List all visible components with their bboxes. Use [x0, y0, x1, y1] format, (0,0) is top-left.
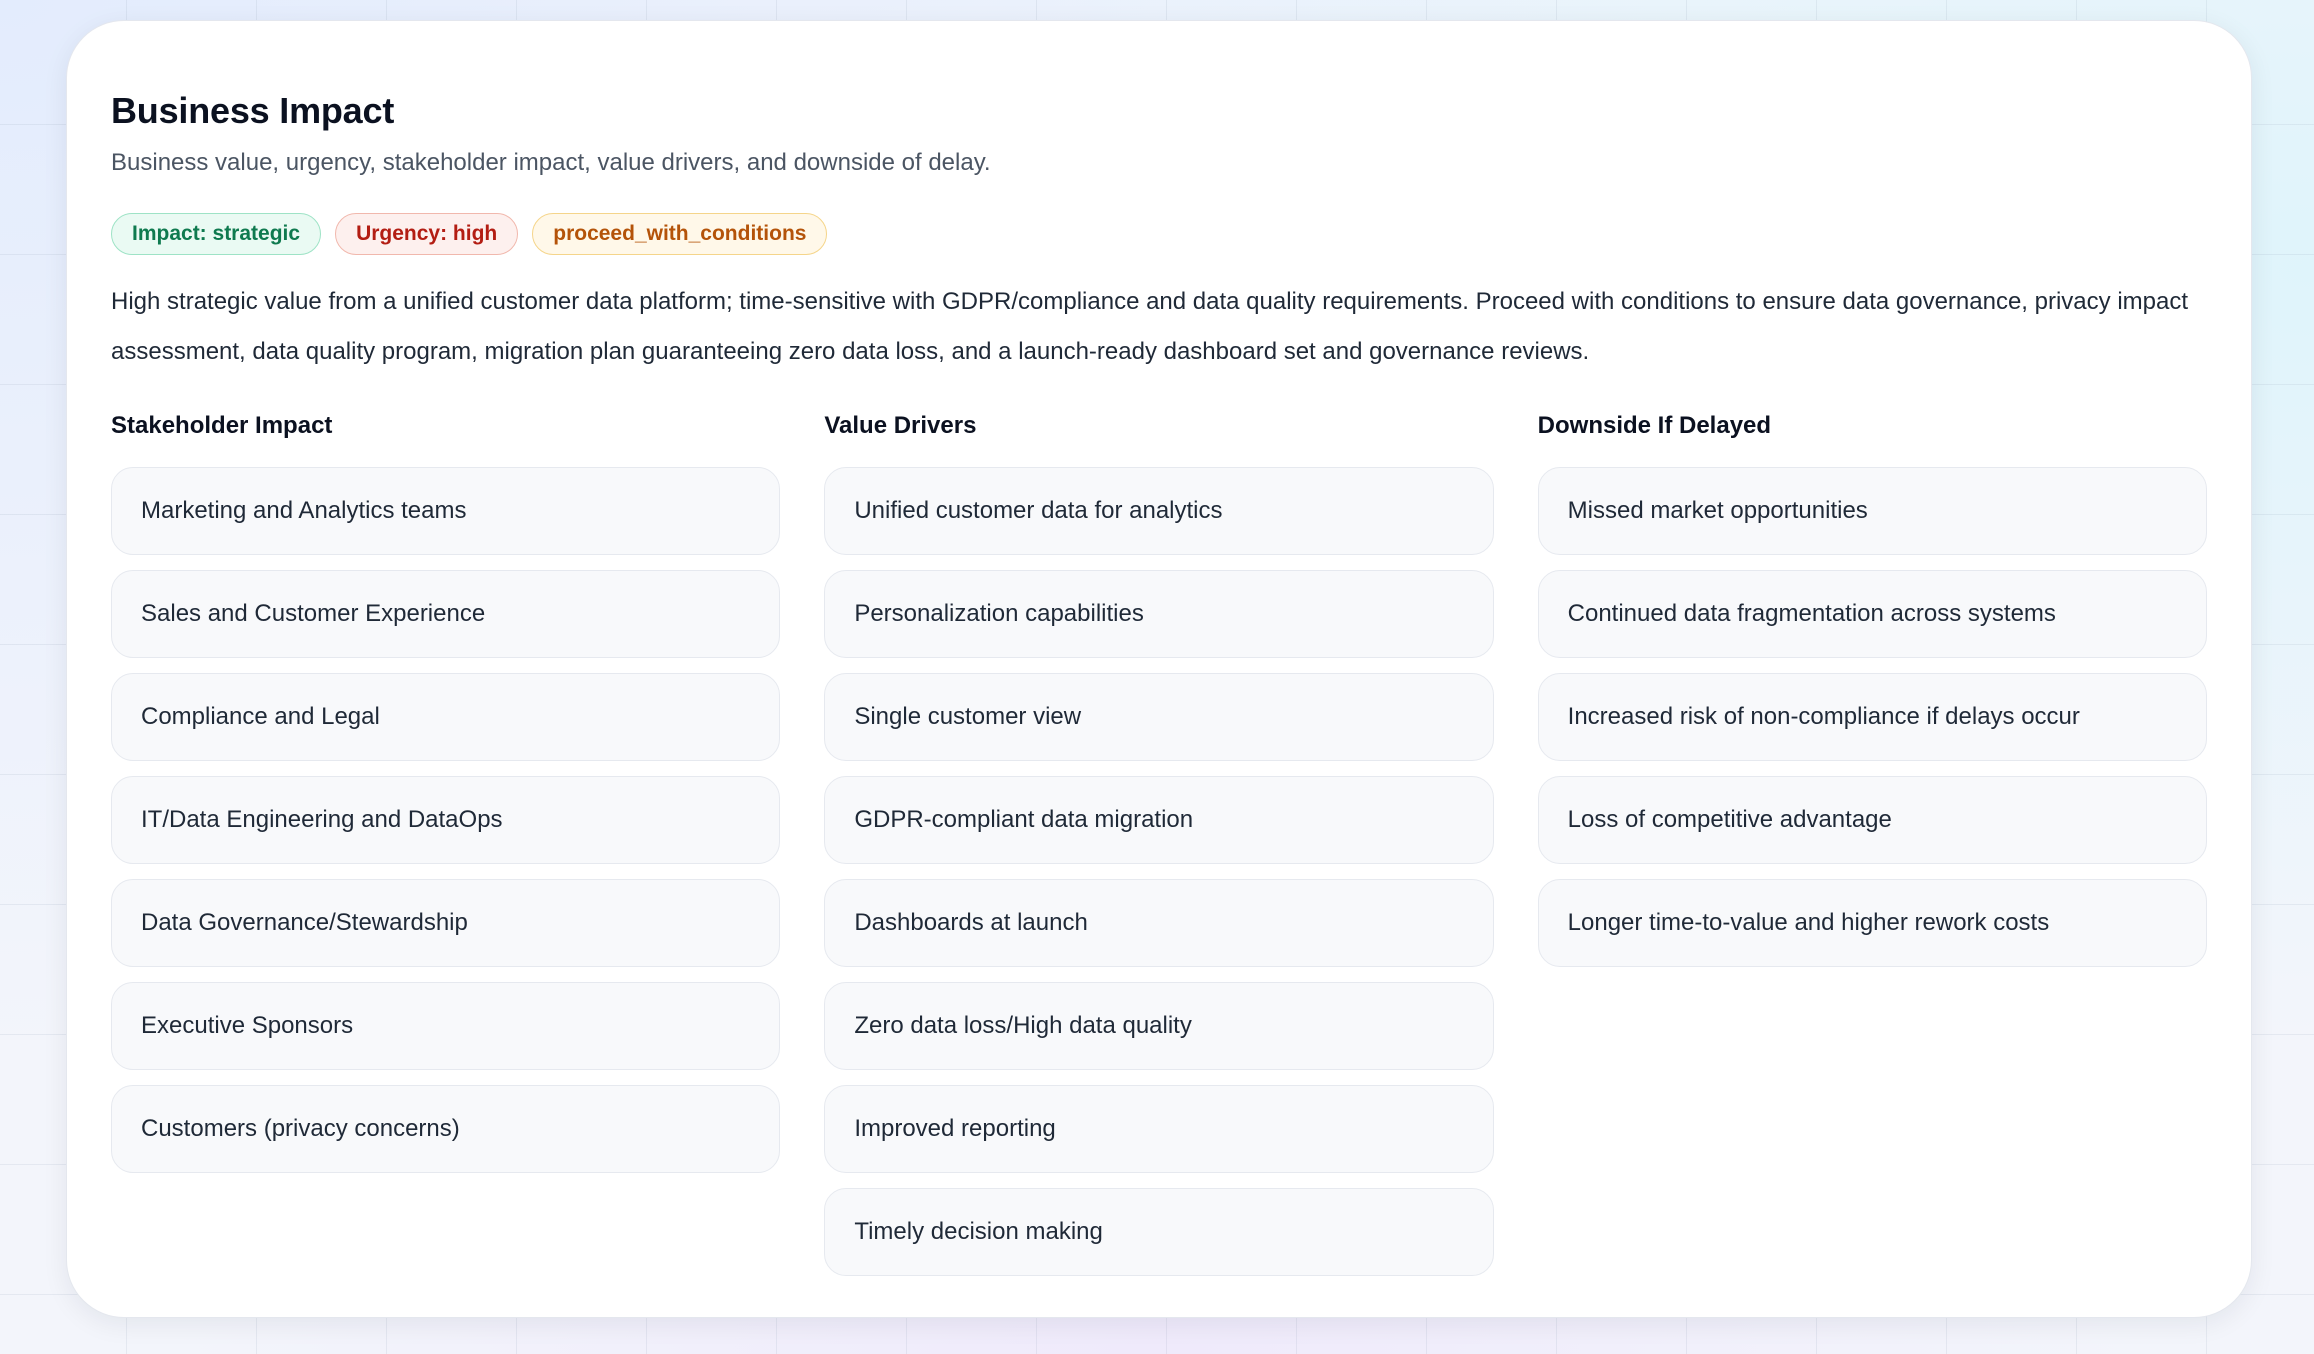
list-item: Increased risk of non-compliance if dela…	[1537, 673, 2207, 761]
page-title: Business Impact	[111, 90, 395, 131]
impact-summary: High strategic value from a unified cust…	[111, 288, 2189, 365]
list-item: Dashboards at launch	[824, 879, 1494, 967]
list-item: Missed market opportunities	[1537, 467, 2207, 555]
list-item: Marketing and Analytics teams	[111, 467, 781, 555]
list-item: Improved reporting	[824, 1085, 1494, 1173]
list-item: Data Governance/Stewardship	[111, 879, 781, 967]
list-item: Zero data loss/High data quality	[824, 982, 1494, 1070]
page-subtitle: Business value, urgency, stakeholder imp…	[111, 149, 991, 176]
list-item: Longer time-to-value and higher rework c…	[1537, 879, 2207, 967]
list-item: Executive Sponsors	[111, 982, 781, 1070]
downside-list: Missed market opportunities Continued da…	[1537, 467, 2207, 967]
impact-columns: Stakeholder Impact Marketing and Analyti…	[111, 411, 2207, 1276]
list-item: Customers (privacy concerns)	[111, 1085, 781, 1173]
list-item: GDPR-compliant data migration	[824, 776, 1494, 864]
downside-if-delayed-column: Downside If Delayed Missed market opport…	[1537, 411, 2207, 1276]
stakeholder-impact-column: Stakeholder Impact Marketing and Analyti…	[111, 411, 781, 1276]
list-item: Loss of competitive advantage	[1537, 776, 2207, 864]
list-item: Personalization capabilities	[824, 570, 1494, 658]
list-item: Single customer view	[824, 673, 1494, 761]
urgency-badge: Urgency: high	[335, 213, 519, 255]
column-header: Downside If Delayed	[1537, 412, 1772, 439]
list-item: Timely decision making	[824, 1188, 1494, 1276]
list-item: IT/Data Engineering and DataOps	[111, 776, 781, 864]
list-item: Continued data fragmentation across syst…	[1537, 570, 2207, 658]
impact-badge: Impact: strategic	[111, 213, 322, 255]
list-item: Compliance and Legal	[111, 673, 781, 761]
column-header: Stakeholder Impact	[111, 412, 333, 439]
value-drivers-column: Value Drivers Unified customer data for …	[824, 411, 1494, 1276]
value-drivers-list: Unified customer data for analytics Pers…	[824, 467, 1494, 1276]
list-item: Sales and Customer Experience	[111, 570, 781, 658]
decision-badge: proceed_with_conditions	[532, 213, 828, 255]
badge-row: Impact: strategic Urgency: high proceed_…	[111, 213, 2207, 255]
stakeholder-list: Marketing and Analytics teams Sales and …	[111, 467, 781, 1173]
business-impact-card: Business Impact Business value, urgency,…	[66, 20, 2252, 1318]
list-item: Unified customer data for analytics	[824, 467, 1494, 555]
column-header: Value Drivers	[824, 412, 977, 439]
